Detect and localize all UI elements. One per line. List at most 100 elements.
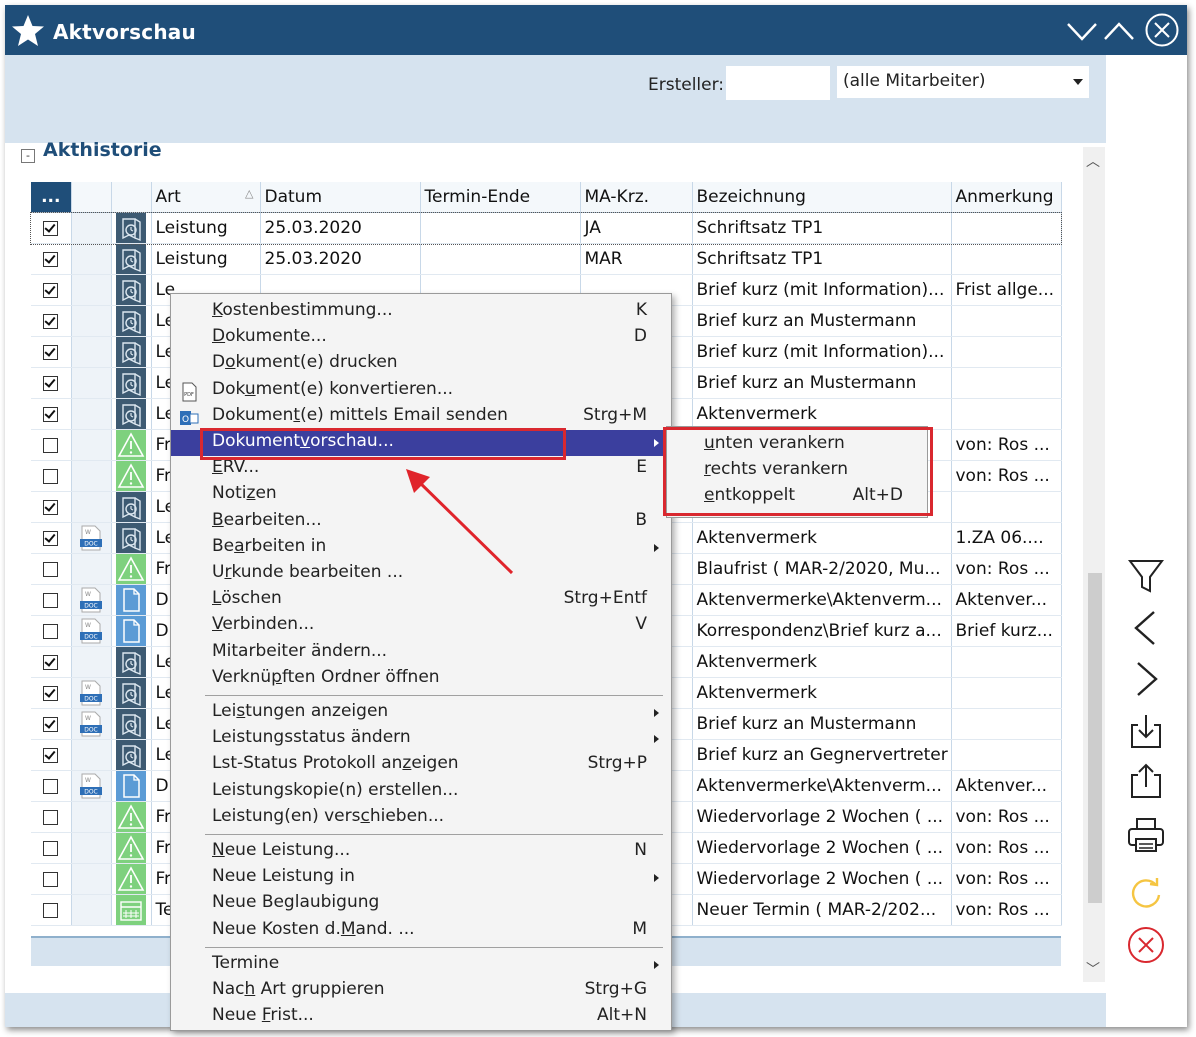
scrollbar-thumb[interactable] xyxy=(1088,573,1102,903)
context-menu-item[interactable]: Lst-Status Protokoll anzeigen Strg+P xyxy=(171,752,671,778)
column-header-termin-ende[interactable]: Termin-Ende xyxy=(420,182,581,213)
chevron-down-icon[interactable] xyxy=(1065,15,1099,47)
context-menu-item[interactable]: Neue Frist... Alt+N xyxy=(171,1004,671,1030)
row-checkbox-cell[interactable] xyxy=(31,274,72,306)
cancel-icon[interactable] xyxy=(1126,925,1166,965)
row-checkbox[interactable] xyxy=(43,809,59,825)
context-menu-item[interactable]: PDF Dokument(e) konvertieren... xyxy=(171,378,671,404)
context-menu-item[interactable]: Kostenbestimmung... K xyxy=(171,299,671,325)
collapse-toggle[interactable]: - xyxy=(21,149,35,163)
mitarbeiter-select[interactable]: (alle Mitarbeiter) xyxy=(837,66,1089,98)
context-menu-item[interactable]: Dokumente... D xyxy=(171,325,671,351)
context-menu-item[interactable]: Verbinden... V xyxy=(171,613,671,639)
row-checkbox[interactable] xyxy=(43,375,59,391)
table-row[interactable]: Leistung 25.03.2020 MAR Schriftsatz TP1 xyxy=(31,243,1062,275)
row-checkbox-cell[interactable] xyxy=(31,832,72,864)
row-checkbox-cell[interactable] xyxy=(31,212,72,244)
row-checkbox[interactable] xyxy=(43,778,59,794)
row-checkbox[interactable] xyxy=(43,220,59,236)
word-doc-icon[interactable]: DOC W xyxy=(79,711,103,737)
context-menu-item[interactable]: O Dokument(e) mittels Email senden Strg+M xyxy=(171,404,671,430)
word-doc-icon[interactable]: DOC W xyxy=(79,587,103,613)
row-checkbox[interactable] xyxy=(43,282,59,298)
row-checkbox[interactable] xyxy=(43,437,59,453)
chevron-right-icon[interactable] xyxy=(1126,659,1166,699)
context-menu-item[interactable]: Termine xyxy=(171,952,671,978)
column-header-doc[interactable] xyxy=(71,182,112,213)
context-menu-item[interactable]: Neue Kosten d.Mand. ... M xyxy=(171,918,671,944)
row-checkbox-cell[interactable] xyxy=(31,336,72,368)
word-doc-icon[interactable]: DOC W xyxy=(79,525,103,551)
row-checkbox[interactable] xyxy=(43,747,59,763)
ersteller-input[interactable] xyxy=(726,66,830,100)
context-menu-item[interactable]: Neue Leistung in xyxy=(171,865,671,891)
row-checkbox-cell[interactable] xyxy=(31,305,72,337)
row-checkbox-cell[interactable] xyxy=(31,460,72,492)
row-checkbox-cell[interactable] xyxy=(31,894,72,926)
refresh-icon[interactable] xyxy=(1126,873,1166,913)
row-checkbox-cell[interactable] xyxy=(31,243,72,275)
column-header-ma-krz[interactable]: MA-Krz. xyxy=(580,182,693,213)
row-checkbox-cell[interactable] xyxy=(31,615,72,647)
row-checkbox[interactable] xyxy=(43,840,59,856)
row-checkbox[interactable] xyxy=(43,654,59,670)
row-checkbox[interactable] xyxy=(43,592,59,608)
row-checkbox-cell[interactable] xyxy=(31,770,72,802)
table-row[interactable]: Leistung 25.03.2020 JA Schriftsatz TP1 xyxy=(30,211,1062,245)
row-checkbox[interactable] xyxy=(43,344,59,360)
close-icon[interactable] xyxy=(1144,12,1180,48)
context-menu-item[interactable]: Leistungsstatus ändern xyxy=(171,726,671,752)
row-checkbox-cell[interactable] xyxy=(31,863,72,895)
column-header-status[interactable] xyxy=(111,182,152,213)
column-chooser-button[interactable]: ... xyxy=(31,182,72,213)
row-checkbox[interactable] xyxy=(43,251,59,267)
row-checkbox[interactable] xyxy=(43,902,59,918)
chevron-up-icon[interactable] xyxy=(1102,15,1136,47)
row-checkbox-cell[interactable] xyxy=(31,553,72,585)
row-checkbox-cell[interactable] xyxy=(31,801,72,833)
dropdown-arrow-icon[interactable] xyxy=(1073,79,1083,85)
row-checkbox-cell[interactable] xyxy=(31,429,72,461)
context-menu-item[interactable]: Mitarbeiter ändern... xyxy=(171,640,671,666)
context-menu-item[interactable]: Neue Leistung... N xyxy=(171,839,671,865)
row-checkbox-cell[interactable] xyxy=(31,584,72,616)
column-header-art[interactable]: Art △ xyxy=(151,182,261,213)
word-doc-icon[interactable]: DOC W xyxy=(79,618,103,644)
row-checkbox[interactable] xyxy=(43,623,59,639)
row-checkbox-cell[interactable] xyxy=(31,708,72,740)
print-icon[interactable] xyxy=(1126,815,1166,855)
row-checkbox-cell[interactable] xyxy=(31,646,72,678)
context-menu-item[interactable]: Leistungskopie(n) erstellen... xyxy=(171,779,671,805)
scroll-down-icon[interactable]: ﹀ xyxy=(1086,959,1100,979)
row-checkbox-cell[interactable] xyxy=(31,491,72,523)
row-checkbox-cell[interactable] xyxy=(31,367,72,399)
context-menu-item[interactable]: Neue Beglaubigung xyxy=(171,891,671,917)
row-checkbox[interactable] xyxy=(43,716,59,732)
row-checkbox[interactable] xyxy=(43,468,59,484)
scroll-up-icon[interactable]: ︿ xyxy=(1086,151,1100,171)
row-checkbox[interactable] xyxy=(43,561,59,577)
context-menu-item[interactable]: Verknüpften Ordner öffnen xyxy=(171,666,671,692)
row-checkbox[interactable] xyxy=(43,499,59,515)
row-checkbox-cell[interactable] xyxy=(31,677,72,709)
filter-icon[interactable] xyxy=(1126,557,1166,597)
context-menu-item[interactable]: Nach Art gruppieren Strg+G xyxy=(171,978,671,1004)
column-header-bezeichnung[interactable]: Bezeichnung xyxy=(692,182,952,213)
context-menu-item[interactable]: Leistung(en) verschieben... xyxy=(171,805,671,831)
import-icon[interactable] xyxy=(1126,711,1166,751)
row-checkbox[interactable] xyxy=(43,685,59,701)
row-checkbox-cell[interactable] xyxy=(31,739,72,771)
row-checkbox[interactable] xyxy=(43,871,59,887)
row-checkbox-cell[interactable] xyxy=(31,522,72,554)
context-menu-item[interactable]: Dokument(e) drucken xyxy=(171,351,671,377)
context-menu-item[interactable]: Leistungen anzeigen xyxy=(171,700,671,726)
chevron-left-icon[interactable] xyxy=(1126,608,1166,648)
export-icon[interactable] xyxy=(1126,761,1166,801)
context-menu-item[interactable]: Löschen Strg+Entf xyxy=(171,587,671,613)
word-doc-icon[interactable]: DOC W xyxy=(79,773,103,799)
word-doc-icon[interactable]: DOC W xyxy=(79,680,103,706)
row-checkbox[interactable] xyxy=(43,313,59,329)
column-header-anmerkung[interactable]: Anmerkung xyxy=(951,182,1062,213)
column-header-datum[interactable]: Datum xyxy=(260,182,421,213)
row-checkbox-cell[interactable] xyxy=(31,398,72,430)
